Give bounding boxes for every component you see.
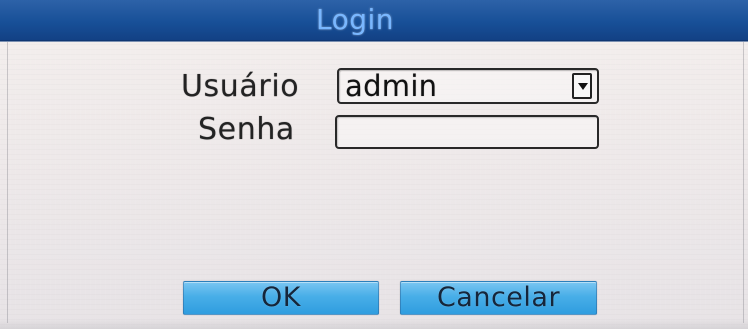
username-label: Usuário xyxy=(181,69,300,104)
password-field[interactable] xyxy=(335,115,599,149)
screen-bottom-shadow xyxy=(0,319,748,329)
cancel-button[interactable]: Cancelar xyxy=(400,281,597,315)
username-dropdown[interactable]: admin xyxy=(337,68,599,104)
ok-button[interactable]: OK xyxy=(183,281,379,315)
dialog-title: Login xyxy=(315,3,395,36)
username-selected-value[interactable]: admin xyxy=(345,71,437,102)
password-label: Senha xyxy=(198,112,295,147)
title-bar: Login xyxy=(0,0,748,42)
login-dialog xyxy=(7,3,744,323)
login-screen: Login Usuário admin Senha OK Cancelar xyxy=(0,0,748,329)
chevron-down-icon[interactable] xyxy=(578,83,588,90)
username-dropdown-button[interactable] xyxy=(572,73,592,99)
